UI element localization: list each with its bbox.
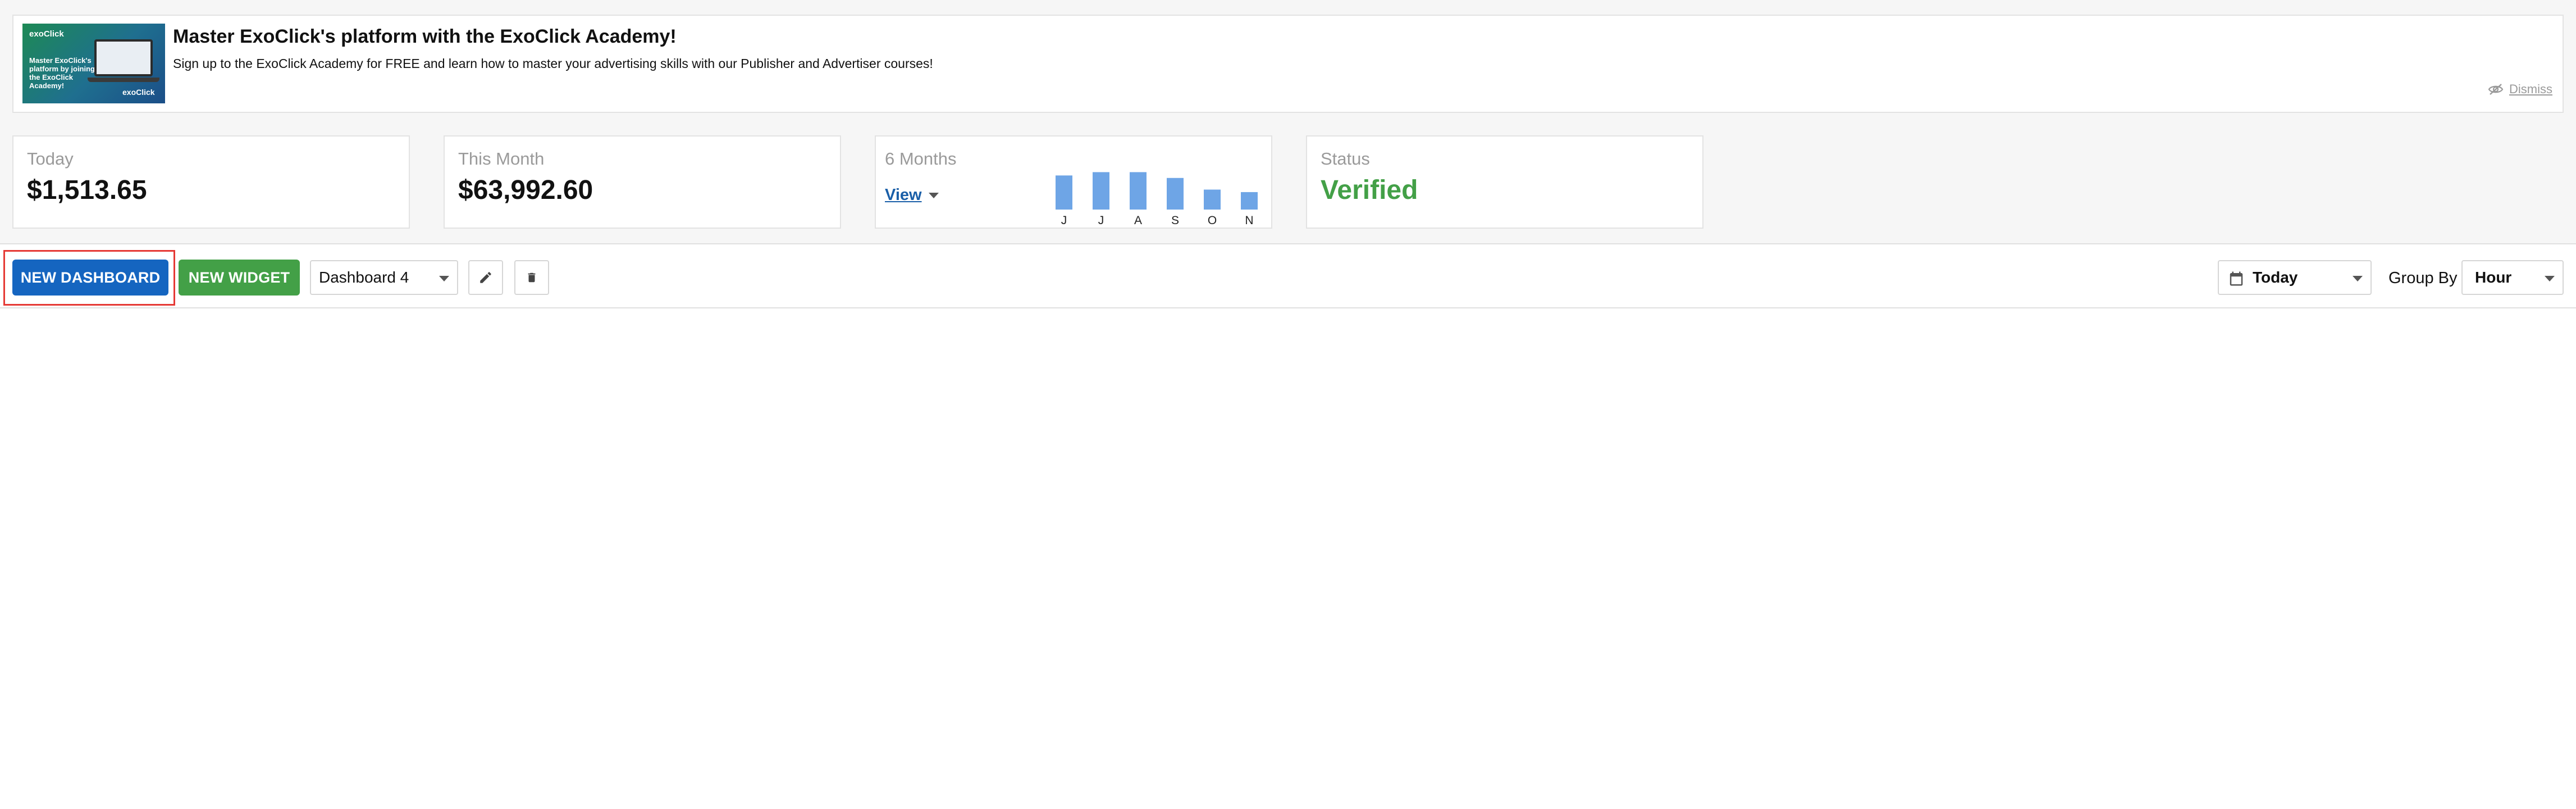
new-widget-button[interactable]: NEW WIDGET	[179, 260, 300, 296]
chevron-down-icon	[439, 276, 449, 281]
chart-tick-label-0: J	[1061, 214, 1067, 225]
chart-bar-1	[1093, 172, 1109, 210]
today-card: Today $1,513.65	[12, 135, 410, 229]
group-by-value: Hour	[2475, 269, 2512, 286]
delete-dashboard-button[interactable]	[514, 260, 549, 295]
six-months-label: 6 Months	[885, 149, 957, 169]
chart-bar-5	[1241, 192, 1258, 210]
laptop-base	[88, 78, 159, 82]
pencil-icon	[480, 272, 491, 283]
date-range-select[interactable]: Today	[2218, 260, 2372, 295]
today-value: $1,513.65	[27, 175, 147, 205]
view-label: View	[885, 186, 922, 204]
banner-title: Master ExoClick's platform with the ExoC…	[173, 26, 677, 47]
chart-bar-2	[1130, 172, 1147, 210]
trash-icon	[528, 272, 536, 283]
dismiss-link[interactable]: Dismiss	[2488, 82, 2552, 97]
today-label: Today	[27, 149, 74, 169]
chart-tick-label-1: J	[1098, 214, 1104, 225]
laptop-illustration	[94, 39, 153, 76]
view-dropdown[interactable]: View	[885, 186, 939, 204]
chart-bar-3	[1167, 178, 1184, 210]
this-month-label: This Month	[458, 149, 545, 169]
status-label: Status	[1321, 149, 1370, 169]
dashboard-content	[0, 308, 2576, 809]
calendar-icon	[2230, 271, 2243, 286]
academy-banner: exoClick Master ExoClick's platform by j…	[12, 15, 2564, 113]
six-months-chart: JJASON	[1056, 172, 1258, 225]
status-value: Verified	[1321, 175, 1418, 205]
chart-tick-label-5: N	[1245, 214, 1253, 225]
dismiss-label: Dismiss	[2509, 82, 2552, 96]
chevron-down-icon	[2353, 276, 2363, 281]
chart-tick-label-4: O	[1208, 214, 1217, 225]
group-by-select[interactable]: Hour	[2461, 260, 2564, 295]
dashboard-select-value: Dashboard 4	[319, 269, 409, 286]
new-dashboard-button[interactable]: NEW DASHBOARD	[12, 260, 168, 296]
dashboard-select[interactable]: Dashboard 4	[310, 260, 458, 295]
six-months-card: 6 Months View J J A S O N	[875, 135, 1272, 229]
this-month-value: $63,992.60	[458, 175, 593, 205]
banner-subtitle: Sign up to the ExoClick Academy for FREE…	[173, 56, 933, 71]
chart-tick-label-2: A	[1134, 214, 1142, 225]
this-month-card: This Month $63,992.60	[444, 135, 841, 229]
chart-bar-4	[1204, 189, 1221, 210]
chart-bar-0	[1056, 175, 1072, 210]
chevron-down-icon	[2545, 276, 2555, 281]
banner-thumbnail[interactable]: exoClick Master ExoClick's platform by j…	[22, 24, 165, 103]
status-card: Status Verified	[1306, 135, 1703, 229]
thumbnail-logo: exoClick	[29, 29, 64, 39]
thumbnail-text: Master ExoClick's platform by joining th…	[29, 56, 95, 90]
edit-dashboard-button[interactable]	[468, 260, 503, 295]
group-by-label: Group By	[2388, 269, 2458, 287]
chevron-down-icon	[928, 192, 939, 198]
dashboard-toolbar: NEW DASHBOARD NEW WIDGET Dashboard 4 Tod…	[0, 243, 2576, 308]
chart-tick-label-3: S	[1171, 214, 1179, 225]
summary-area: exoClick Master ExoClick's platform by j…	[0, 0, 2576, 243]
date-range-value: Today	[2253, 269, 2298, 286]
thumbnail-logo-secondary: exoClick	[122, 88, 155, 97]
eye-slash-icon	[2488, 84, 2504, 95]
